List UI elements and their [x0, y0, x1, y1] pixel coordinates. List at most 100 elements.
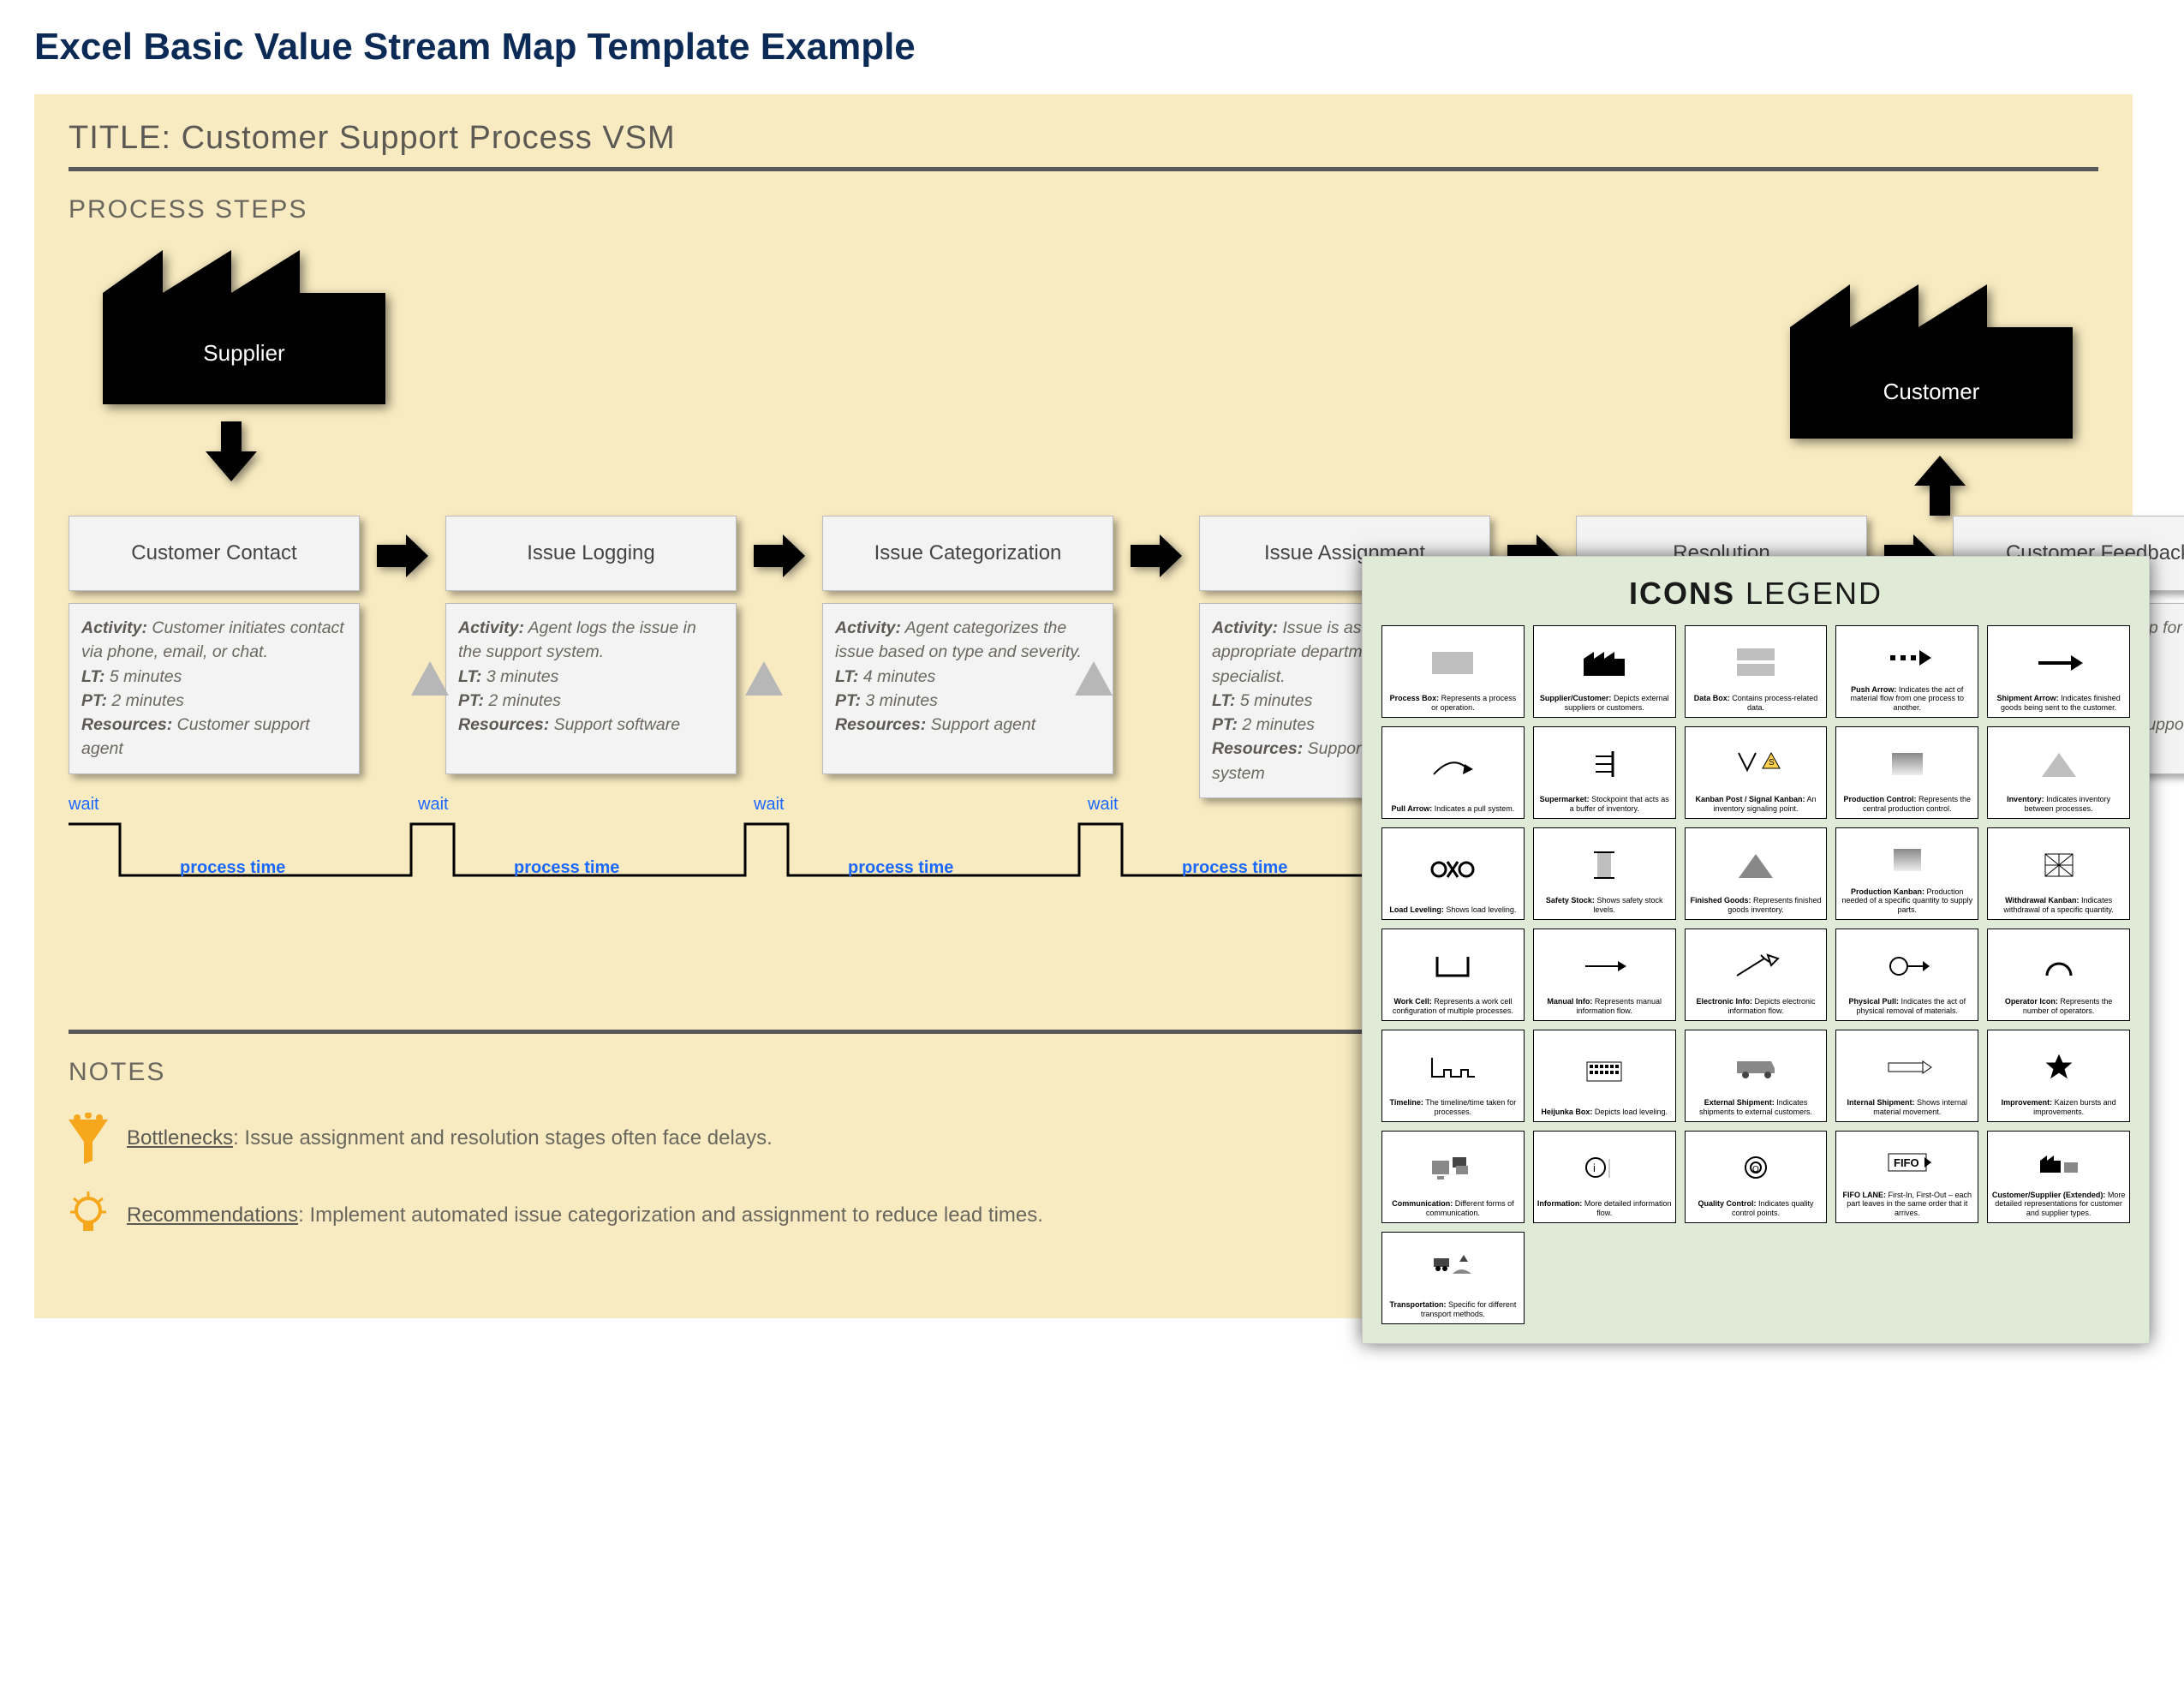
legend-label: Safety Stock: Shows safety stock levels. — [1537, 896, 1672, 914]
legend-icon — [1730, 935, 1781, 997]
legend-label: Withdrawal Kanban: Indicates withdrawal … — [1991, 896, 2126, 914]
legend-icon — [2033, 1036, 2085, 1098]
process-step: Customer Contact Activity: Customer initi… — [69, 516, 360, 798]
legend-item: Communication: Different forms of commun… — [1381, 1131, 1525, 1223]
funnel-icon — [69, 1113, 108, 1164]
legend-item: Shipment Arrow: Indicates finished goods… — [1987, 625, 2130, 718]
legend-icon — [1427, 732, 1478, 804]
legend-label: Production Control: Represents the centr… — [1840, 795, 1974, 813]
legend-item: Transportation: Specific for different t… — [1381, 1232, 1525, 1324]
legend-item: Timeline: The timeline/time taken for pr… — [1381, 1030, 1525, 1122]
legend-label: Improvement: Kaizen bursts and improveme… — [1991, 1098, 2126, 1116]
legend-icon — [1882, 833, 1933, 887]
legend-item: Load Leveling: Shows load leveling. — [1381, 827, 1525, 920]
title-label: TITLE: — [69, 120, 171, 156]
legend-icon — [1882, 631, 1933, 685]
legend-label: Heijunka Box: Depicts load leveling. — [1541, 1108, 1668, 1116]
process-time-label: process time — [180, 858, 285, 878]
legend-item: Inventory: Indicates inventory between p… — [1987, 726, 2130, 819]
arrow-up-icon — [1914, 456, 1966, 516]
legend-item: Improvement: Kaizen bursts and improveme… — [1987, 1030, 2130, 1122]
legend-icon — [1882, 935, 1933, 997]
wait-label: wait — [1088, 795, 1119, 815]
legend-item: Electronic Info: Depicts electronic info… — [1685, 929, 1828, 1021]
legend-item: iInformation: More detailed information … — [1533, 1131, 1676, 1223]
legend-label: Internal Shipment: Shows internal materi… — [1840, 1098, 1974, 1116]
legend-icon — [1427, 1036, 1478, 1098]
legend-label: Manual Info: Represents manual informati… — [1537, 997, 1672, 1015]
legend-label: Pull Arrow: Indicates a pull system. — [1392, 804, 1515, 813]
legend-item: Physical Pull: Indicates the act of phys… — [1835, 929, 1978, 1021]
legend-label: External Shipment: Indicates shipments t… — [1689, 1098, 1823, 1116]
legend-icon — [2033, 631, 2085, 694]
lightbulb-icon — [69, 1190, 108, 1241]
legend-icon — [1882, 1036, 1933, 1098]
inventory-triangle-icon — [411, 661, 449, 696]
legend-item: QQuality Control: Indicates quality cont… — [1685, 1131, 1828, 1223]
vsm-canvas: TITLE: Customer Support Process VSM PROC… — [34, 94, 2133, 1318]
process-steps-label: PROCESS STEPS — [69, 195, 2098, 224]
legend-label: Operator Icon: Represents the number of … — [1991, 997, 2126, 1015]
legend-item: Manual Info: Represents manual informati… — [1533, 929, 1676, 1021]
legend-label: Customer/Supplier (Extended): More detai… — [1991, 1191, 2126, 1217]
inventory-triangle-icon — [1075, 661, 1113, 696]
legend-icon — [2033, 935, 2085, 997]
legend-grid: Process Box: Represents a process or ope… — [1381, 625, 2130, 1324]
legend-icon — [1427, 833, 1478, 905]
legend-icon — [1730, 1036, 1781, 1098]
legend-item: Pull Arrow: Indicates a pull system. — [1381, 726, 1525, 819]
legend-item: FIFO FIFO LANE: First-In, First-Out – eac… — [1835, 1131, 1978, 1223]
legend-title: ICONS LEGEND — [1381, 576, 2130, 612]
legend-item: Withdrawal Kanban: Indicates withdrawal … — [1987, 827, 2130, 920]
push-arrow-icon — [754, 534, 805, 577]
page-title: Excel Basic Value Stream Map Template Ex… — [34, 26, 2158, 69]
legend-item: SKanban Post / Signal Kanban: An invento… — [1685, 726, 1828, 819]
wait-label: wait — [418, 795, 449, 815]
legend-icon — [2033, 1137, 2085, 1191]
arrow-down-icon — [206, 421, 257, 481]
legend-label: Timeline: The timeline/time taken for pr… — [1386, 1098, 1520, 1116]
legend-label: FIFO LANE: First-In, First-Out – each pa… — [1840, 1191, 1974, 1217]
legend-item: Safety Stock: Shows safety stock levels. — [1533, 827, 1676, 920]
supplier-label: Supplier — [103, 340, 385, 367]
title-rule — [69, 167, 2098, 171]
customer-label: Customer — [1790, 379, 2073, 405]
legend-icon — [1578, 631, 1630, 694]
legend-label: Supermarket: Stockpoint that acts as a b… — [1537, 795, 1672, 813]
legend-icon — [1578, 1036, 1630, 1108]
svg-text:FIFO: FIFO — [1894, 1156, 1919, 1169]
title-value: Customer Support Process VSM — [182, 120, 676, 156]
legend-icon — [1730, 833, 1781, 896]
legend-item: Process Box: Represents a process or ope… — [1381, 625, 1525, 718]
push-arrow-icon — [1131, 534, 1182, 577]
legend-item: Supermarket: Stockpoint that acts as a b… — [1533, 726, 1676, 819]
process-step: Issue LoggingActivity: Agent logs the is… — [445, 516, 737, 798]
process-box: Issue Logging — [445, 516, 737, 591]
customer-icon: Customer — [1790, 276, 2073, 443]
process-box: Customer Contact — [69, 516, 360, 591]
legend-label: Production Kanban: Production needed of … — [1840, 887, 1974, 914]
data-box: Activity: Customer initiates contact via… — [69, 603, 360, 774]
push-arrow-icon — [377, 534, 428, 577]
legend-icon: FIFO — [1882, 1137, 1933, 1191]
legend-label: Kanban Post / Signal Kanban: An inventor… — [1689, 795, 1823, 813]
legend-icon — [1427, 1137, 1478, 1199]
svg-text:i: i — [1593, 1161, 1596, 1174]
process-time-label: process time — [514, 858, 619, 878]
legend-item: Production Control: Represents the centr… — [1835, 726, 1978, 819]
legend-item: Data Box: Contains process-related data. — [1685, 625, 1828, 718]
supplier-icon: Supplier — [103, 242, 385, 409]
legend-icon — [1578, 833, 1630, 896]
legend-item: Customer/Supplier (Extended): More detai… — [1987, 1131, 2130, 1223]
icons-legend: ICONS LEGEND Process Box: Represents a p… — [1362, 556, 2150, 1344]
legend-label: Process Box: Represents a process or ope… — [1386, 694, 1520, 712]
legend-icon — [2033, 732, 2085, 795]
legend-label: Push Arrow: Indicates the act of materia… — [1840, 685, 1974, 712]
legend-item: Production Kanban: Production needed of … — [1835, 827, 1978, 920]
recommendations-label: Recommendations — [127, 1203, 298, 1227]
legend-item: Supplier/Customer: Depicts external supp… — [1533, 625, 1676, 718]
legend-label: Inventory: Indicates inventory between p… — [1991, 795, 2126, 813]
legend-label: Supplier/Customer: Depicts external supp… — [1537, 694, 1672, 712]
legend-icon — [1427, 935, 1478, 997]
legend-label: Data Box: Contains process-related data. — [1689, 694, 1823, 712]
